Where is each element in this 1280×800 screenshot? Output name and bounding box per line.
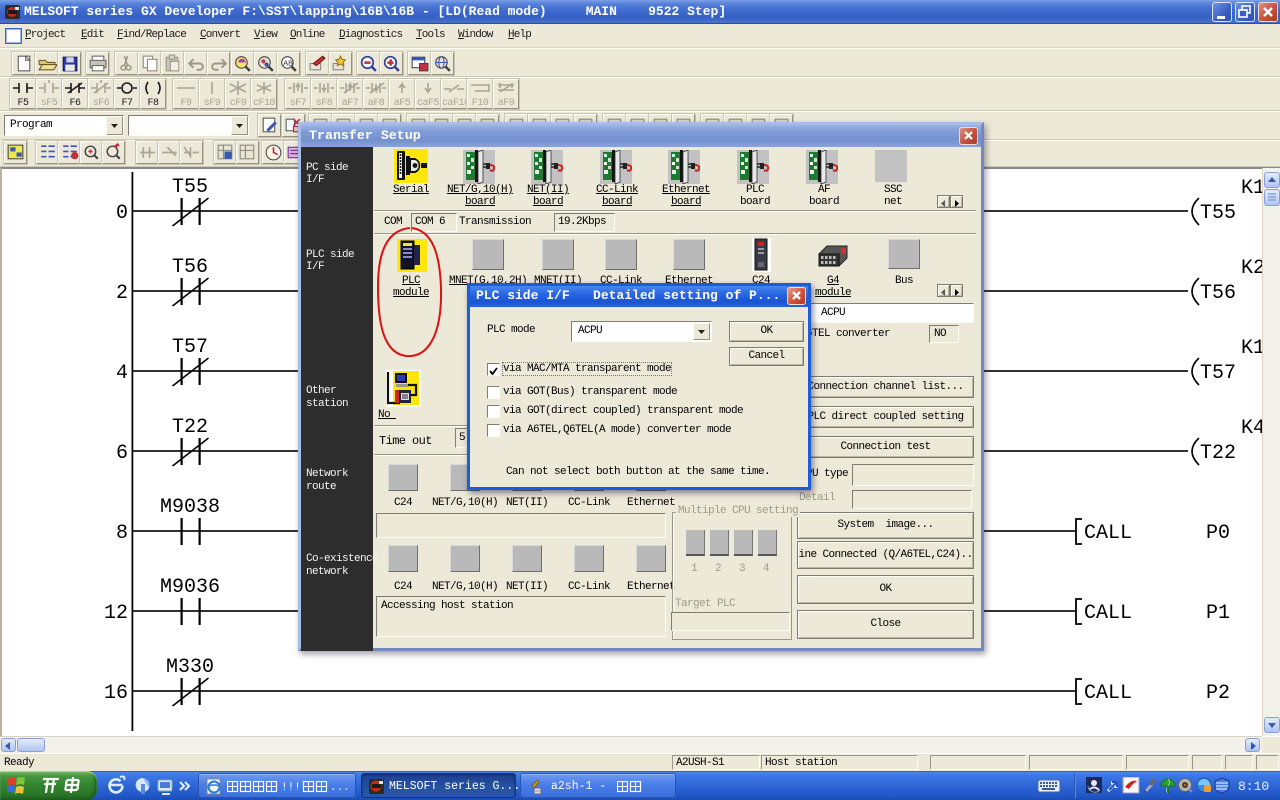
svg-text:CALL: CALL	[1084, 682, 1132, 705]
svg-text:T57: T57	[172, 336, 208, 359]
svg-text:2: 2	[116, 282, 128, 305]
svg-text:P1: P1	[1206, 602, 1230, 625]
svg-text:T56: T56	[172, 256, 208, 279]
svg-text:T57: T57	[1200, 362, 1236, 385]
svg-text:4: 4	[116, 362, 128, 385]
svg-text:T56: T56	[1200, 282, 1236, 305]
svg-text:T55: T55	[172, 176, 208, 199]
svg-text:P2: P2	[1206, 682, 1230, 705]
svg-text:T22: T22	[1200, 442, 1236, 465]
svg-text:CALL: CALL	[1084, 602, 1132, 625]
svg-text:M9038: M9038	[160, 496, 220, 519]
svg-text:!!!: !!!	[281, 782, 301, 793]
svg-text:T55: T55	[1200, 202, 1236, 225]
svg-text:P0: P0	[1206, 522, 1230, 545]
svg-text:M9036: M9036	[160, 576, 220, 599]
svg-text:CALL: CALL	[1084, 522, 1132, 545]
svg-text:12: 12	[104, 602, 128, 625]
svg-text:16: 16	[104, 682, 128, 705]
svg-text:T22: T22	[172, 416, 208, 439]
svg-text:0: 0	[116, 202, 128, 225]
svg-text:M330: M330	[166, 656, 214, 679]
svg-text:AB: AB	[283, 59, 293, 68]
svg-text:6: 6	[116, 442, 128, 465]
svg-text:...: ...	[330, 782, 347, 793]
svg-text:8: 8	[116, 522, 128, 545]
